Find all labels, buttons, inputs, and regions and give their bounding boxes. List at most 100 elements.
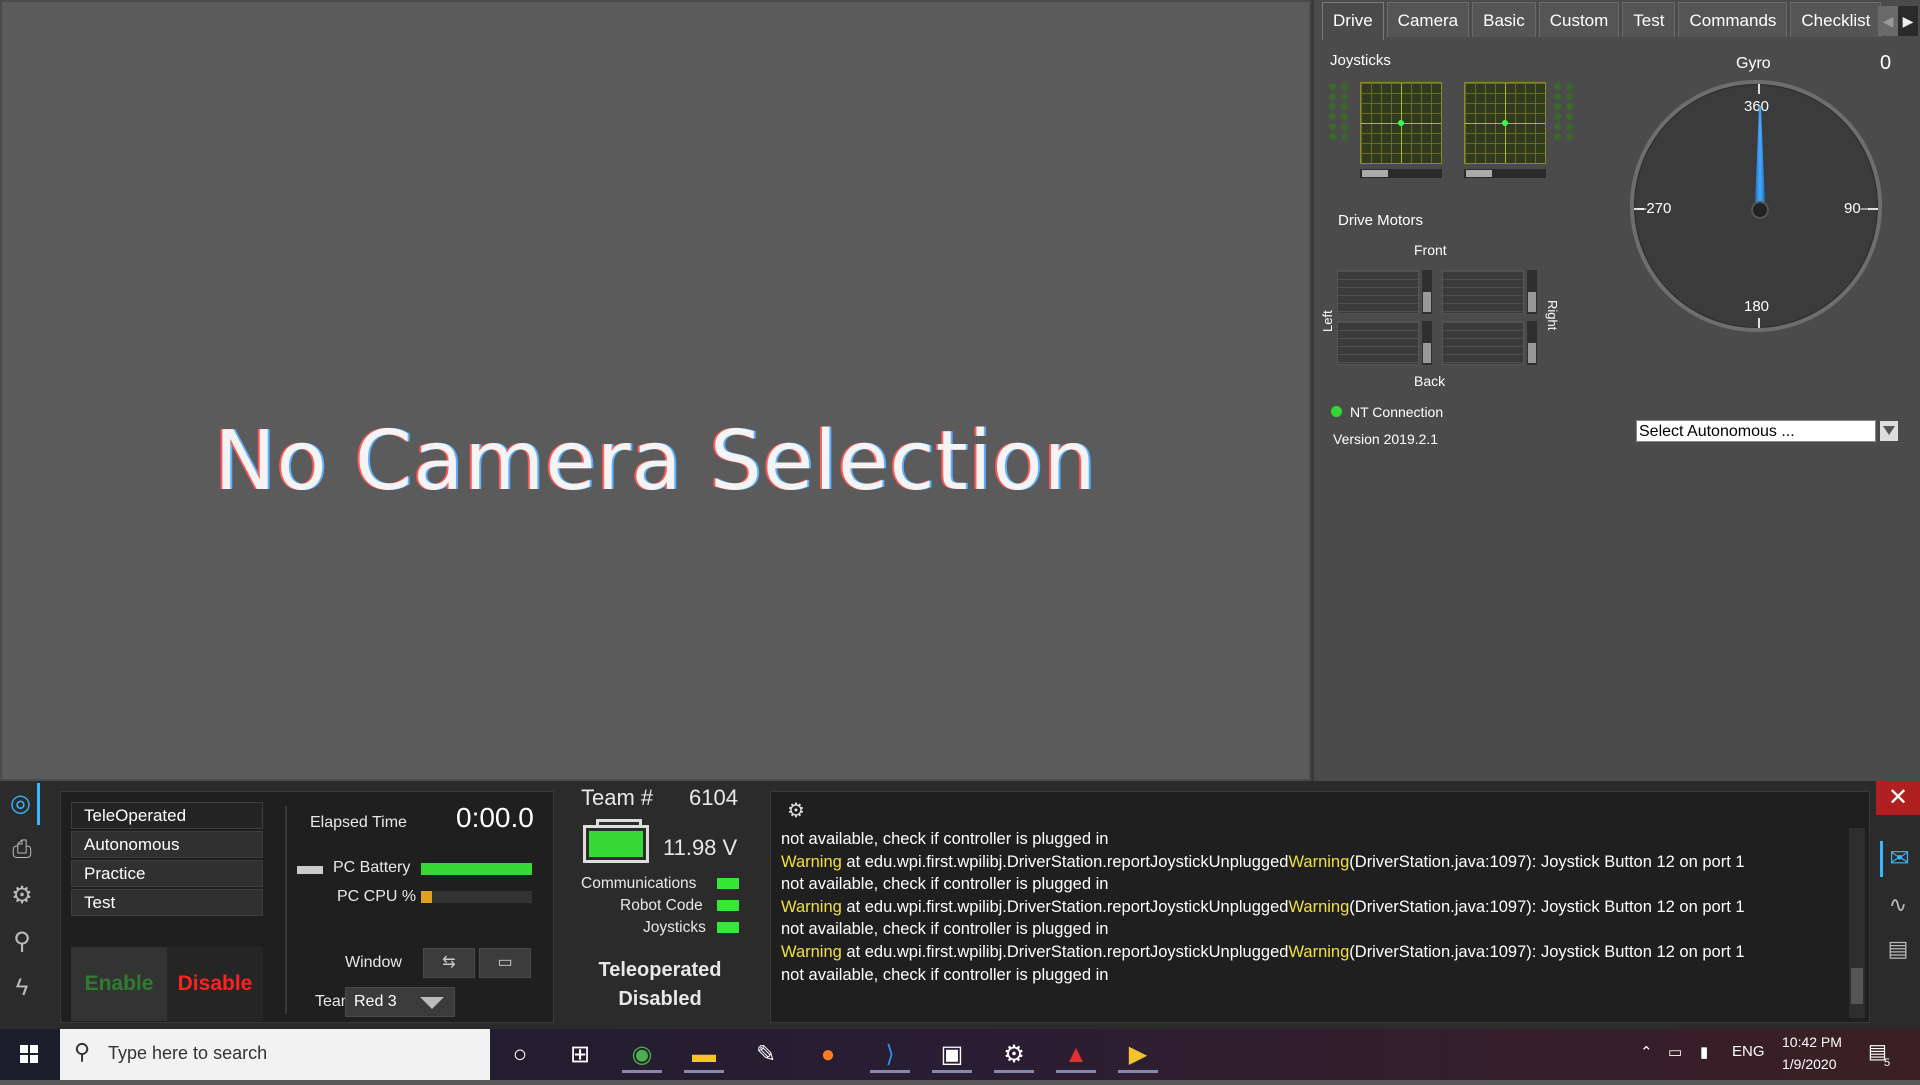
frc-driver-station-icon[interactable]: ▲ — [1056, 1037, 1096, 1073]
joystick-2-display — [1464, 82, 1546, 164]
network-icon[interactable]: ▭ — [1668, 1043, 1682, 1061]
both-view-icon[interactable]: ▤ — [1880, 931, 1916, 967]
ds-sidebar: ◎ ⎙ ⚙ ⚲ ϟ — [0, 781, 44, 1029]
mode-test[interactable]: Test — [71, 889, 263, 916]
operation-tab-icon[interactable]: ◎ — [4, 783, 40, 825]
motor-back-left — [1337, 321, 1419, 365]
pc-battery-label: PC Battery — [333, 859, 411, 876]
tab-commands[interactable]: Commands — [1678, 2, 1788, 37]
tab-drive[interactable]: Drive — [1322, 2, 1384, 40]
dashboard-tabs: Drive Camera Basic Custom Test Commands … — [1322, 2, 1884, 40]
clock-date[interactable]: 1/9/2020 — [1782, 1056, 1837, 1072]
nt-connection-indicator — [1331, 406, 1342, 417]
chrome-icon[interactable]: ◉ — [622, 1037, 662, 1073]
robot-code-label: Robot Code — [620, 897, 703, 914]
communications-label: Communications — [581, 875, 697, 892]
vscode-icon[interactable]: ⟩ — [870, 1037, 910, 1073]
team-label: Team # — [581, 785, 654, 810]
messages-gear-icon[interactable]: ⚙ — [787, 798, 805, 823]
tab-test[interactable]: Test — [1622, 2, 1676, 37]
usb-devices-tab-icon[interactable]: ⚲ — [4, 921, 40, 963]
dashboard-app-icon[interactable]: ▶ — [1118, 1037, 1158, 1073]
cortana-icon[interactable]: ○ — [500, 1037, 540, 1073]
notification-count: 5 — [1884, 1057, 1891, 1069]
windows-icon — [20, 1045, 38, 1063]
joystick-1-display — [1360, 82, 1442, 164]
tab-camera[interactable]: Camera — [1386, 2, 1470, 37]
task-view-icon[interactable]: ⊞ — [560, 1037, 600, 1073]
back-label: Back — [1414, 373, 1446, 389]
setup-tab-icon[interactable]: ⚙ — [4, 875, 40, 917]
message-line: Warning at edu.wpi.first.wpilibj.DriverS… — [781, 942, 1745, 961]
battery-icon[interactable]: ▮ — [1700, 1043, 1708, 1061]
clock-time[interactable]: 10:42 PM — [1782, 1034, 1842, 1050]
window-float-button[interactable]: ▭ — [479, 948, 531, 978]
nt-connection-label: NT Connection — [1350, 404, 1444, 420]
firefox-icon[interactable]: ● — [808, 1037, 848, 1073]
ds-right-bar: ✕ ✉ ∿ ▤ — [1876, 781, 1920, 1029]
gyro-label-bottom: 180 — [1744, 298, 1770, 315]
gyro-hub — [1751, 201, 1769, 219]
tab-checklist[interactable]: Checklist — [1790, 2, 1882, 37]
gyro-dial: 360 90– 180 –270 — [1630, 80, 1882, 332]
messages-envelope-icon[interactable]: ✉ — [1880, 841, 1916, 877]
joysticks-label: Joysticks — [1330, 52, 1391, 69]
tab-custom[interactable]: Custom — [1538, 2, 1620, 37]
communications-indicator — [717, 878, 739, 889]
tab-basic[interactable]: Basic — [1472, 2, 1536, 37]
file-explorer-icon[interactable]: ▬ — [684, 1037, 724, 1073]
gyro-value: 0 — [1880, 52, 1892, 74]
messages-list[interactable]: not available, check if controller is pl… — [781, 828, 1851, 1018]
language-indicator[interactable]: ENG — [1732, 1043, 1765, 1060]
joystick-2-throttle — [1464, 169, 1546, 178]
gyro-needle — [1755, 106, 1765, 206]
start-button[interactable] — [0, 1029, 58, 1080]
window-label: Window — [345, 954, 402, 971]
motor-front-left-slider — [1422, 270, 1432, 314]
status-line-1: Teleoperated — [598, 959, 722, 981]
message-line: not available, check if controller is pl… — [781, 875, 1109, 894]
mode-teleoperated[interactable]: TeleOperated — [71, 802, 263, 829]
message-line: not available, check if controller is pl… — [781, 830, 1109, 848]
message-line: not available, check if controller is pl… — [781, 965, 1109, 984]
close-icon[interactable]: ✕ — [1876, 781, 1920, 815]
robot-battery-icon — [583, 819, 649, 863]
settings-icon[interactable]: ⚙ — [994, 1037, 1034, 1073]
charts-icon[interactable]: ∿ — [1880, 887, 1916, 923]
status-panel: Team # 6104 11.98 V Communications Robot… — [565, 781, 755, 1029]
mode-autonomous[interactable]: Autonomous — [71, 831, 263, 858]
pc-battery-bar — [421, 863, 532, 875]
driver-station: ◎ ⎙ ⚙ ⚲ ϟ TeleOperated Autonomous Practi… — [0, 781, 1920, 1029]
joysticks-indicator — [717, 922, 739, 933]
messages-scrollbar[interactable] — [1849, 828, 1865, 1018]
motor-front-right-slider — [1527, 270, 1537, 314]
joystick-2-buttons — [1554, 83, 1575, 140]
gyro-label-left: –270 — [1638, 200, 1672, 217]
left-label: Left — [1320, 310, 1335, 332]
diagnostics-tab-icon[interactable]: ⎙ — [4, 829, 40, 871]
tab-scroll-right-icon[interactable]: ▶ — [1898, 6, 1918, 36]
search-icon: ⚲ — [74, 1039, 91, 1064]
team-station-select[interactable]: Red 3 — [345, 987, 455, 1017]
editor-icon[interactable]: ✎ — [746, 1037, 786, 1073]
enable-button[interactable]: Enable — [71, 947, 167, 1021]
pc-cpu-bar — [421, 891, 532, 903]
app-icon[interactable]: ▣ — [932, 1037, 972, 1073]
plug-icon — [297, 866, 323, 874]
mode-practice[interactable]: Practice — [71, 860, 263, 887]
message-line: Warning at edu.wpi.first.wpilibj.DriverS… — [781, 897, 1745, 916]
power-tab-icon[interactable]: ϟ — [4, 967, 40, 1009]
autonomous-dropdown-icon[interactable] — [1880, 421, 1898, 441]
team-number: 6104 — [689, 785, 738, 810]
tab-scroll-left-icon[interactable]: ◀ — [1878, 6, 1898, 36]
search-box[interactable]: ⚲ Type here to search — [60, 1029, 490, 1080]
motor-front-right — [1442, 270, 1524, 314]
disable-button[interactable]: Disable — [167, 947, 263, 1021]
version-label: Version 2019.2.1 — [1333, 431, 1439, 447]
autonomous-select[interactable]: Select Autonomous ... — [1636, 420, 1876, 442]
tray-expand-icon[interactable]: ⌃ — [1640, 1043, 1653, 1061]
window-dock-button[interactable]: ⇆ — [423, 948, 475, 978]
pc-cpu-label: PC CPU % — [337, 888, 417, 905]
camera-message: No Camera Selection — [214, 414, 1097, 509]
motor-back-left-slider — [1422, 321, 1432, 365]
